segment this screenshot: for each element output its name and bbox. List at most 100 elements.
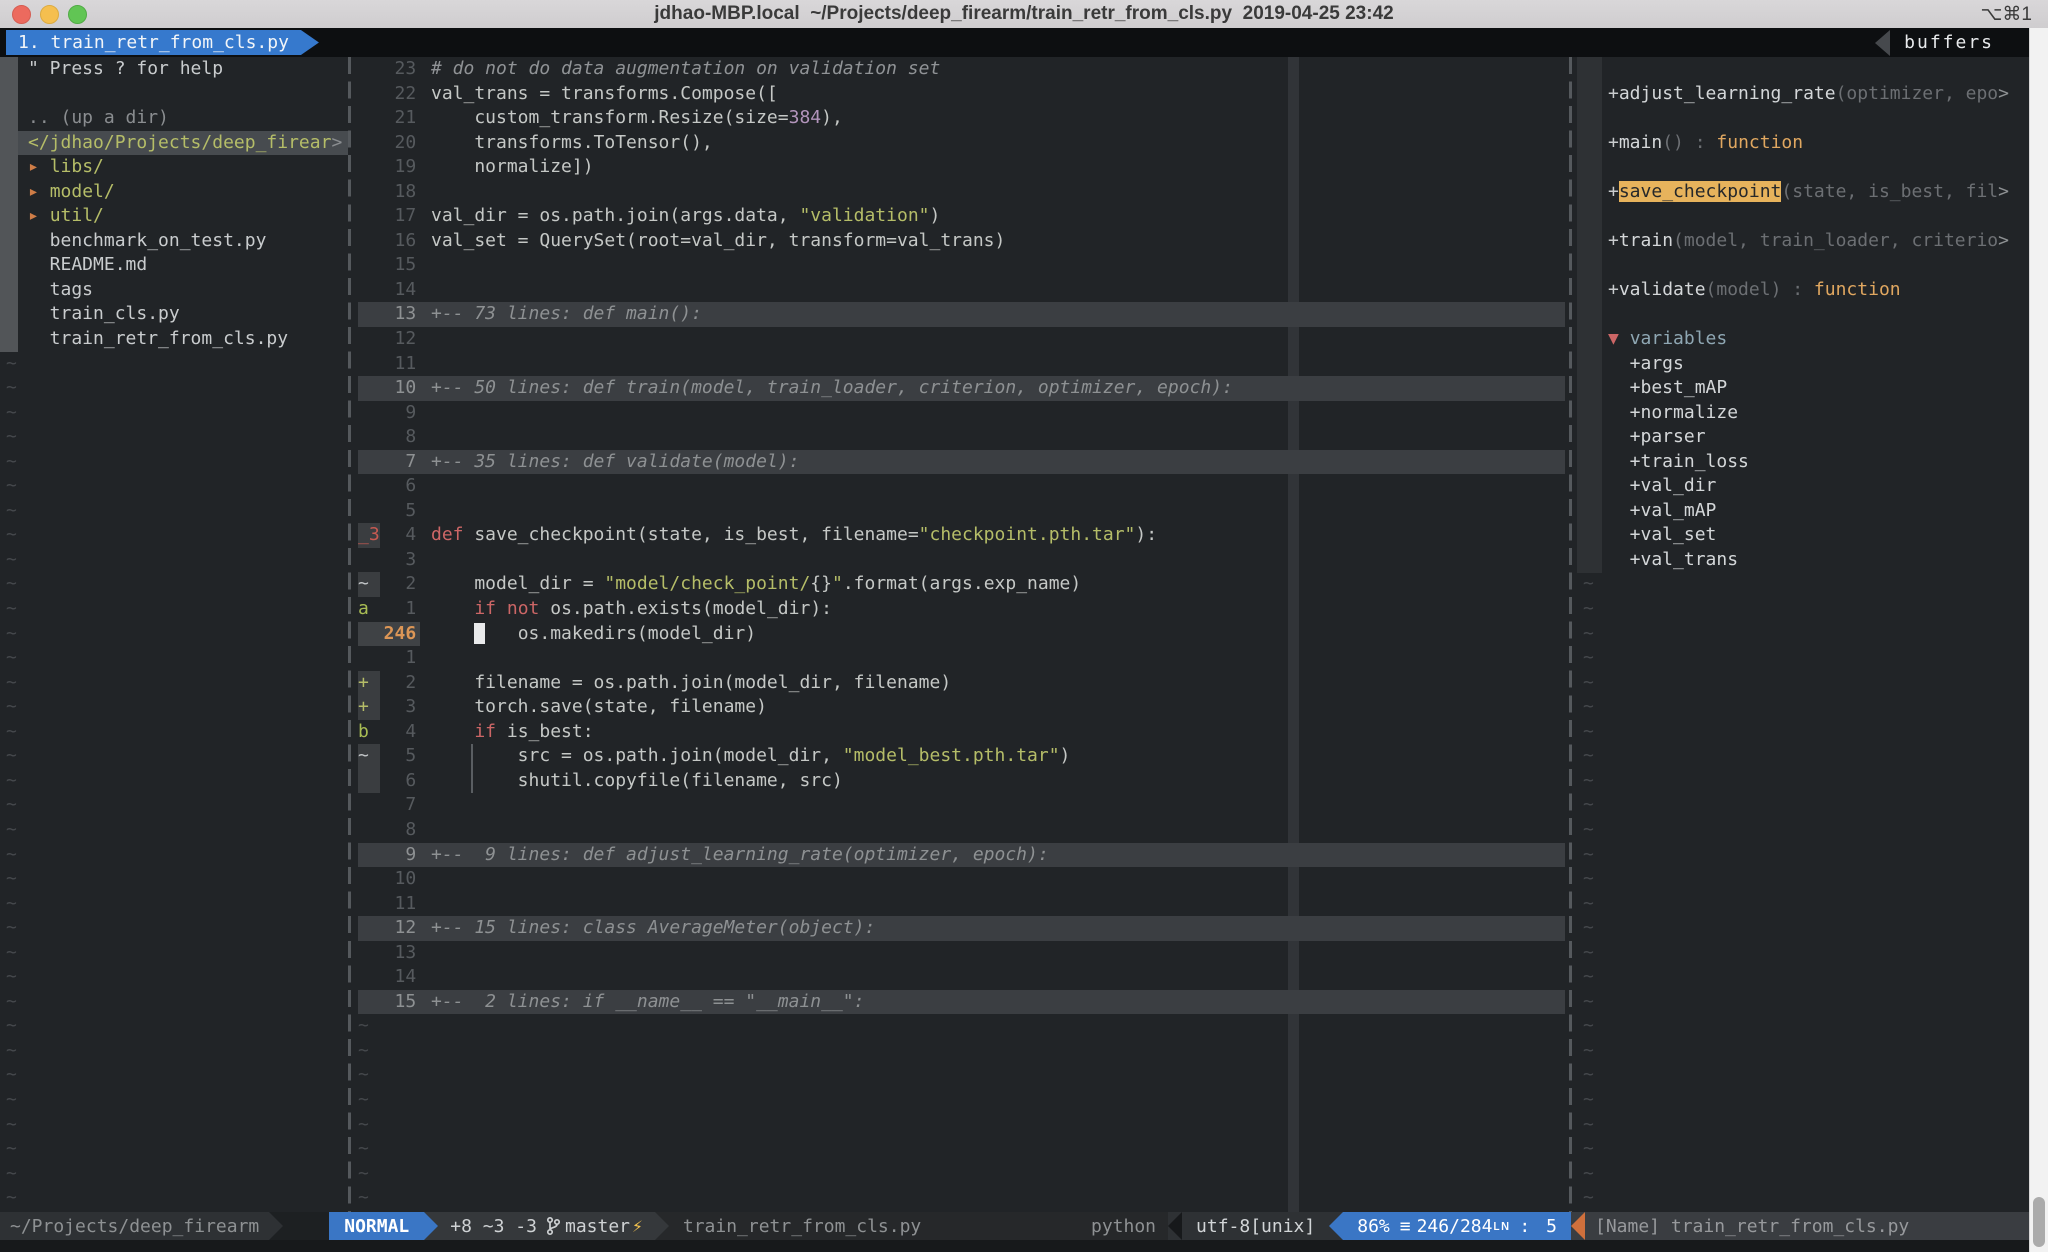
- window-separator[interactable]: [348, 57, 351, 1212]
- empty-line-marker: ~: [0, 1113, 348, 1138]
- tree-item[interactable]: ▸ libs/: [0, 155, 348, 180]
- code-line[interactable]: 14: [358, 278, 1565, 303]
- nerdtree-panel: " Press ? for help .. (up a dir)</jdhao/P…: [0, 57, 348, 1212]
- empty-line-marker: ~: [0, 352, 348, 377]
- empty-line-marker: ~: [0, 376, 348, 401]
- code-line[interactable]: 19 normalize]): [358, 155, 1565, 180]
- window-shortcut-badge: ⌥⌘1: [1981, 3, 2032, 26]
- code-line[interactable]: 17val_dir = os.path.join(args.data, "val…: [358, 204, 1565, 229]
- fold-line[interactable]: 10+-- 50 lines: def train(model, train_l…: [358, 376, 1565, 401]
- empty-line-marker: ~: [0, 1137, 348, 1162]
- tree-item[interactable]: README.md: [0, 253, 348, 278]
- fold-line[interactable]: 7+-- 35 lines: def validate(model):: [358, 450, 1565, 475]
- tag-row[interactable]: +parser: [1577, 425, 2030, 450]
- tree-item[interactable]: " Press ? for help: [0, 57, 348, 82]
- tree-item[interactable]: ▸ model/: [0, 180, 348, 205]
- scrollbar-thumb[interactable]: [2033, 1197, 2045, 1247]
- tree-root-item[interactable]: </jdhao/Projects/deep_firear>: [18, 131, 348, 156]
- fold-line[interactable]: 15+-- 2 lines: if __name__ == "__main__"…: [358, 990, 1565, 1015]
- tag-row[interactable]: +val_set: [1577, 523, 2030, 548]
- code-line[interactable]: 14: [358, 965, 1565, 990]
- code-line[interactable]: 22val_trans = transforms.Compose([: [358, 82, 1565, 107]
- tab-train-retr-from-cls[interactable]: 1. train_retr_from_cls.py: [6, 30, 319, 55]
- code-line[interactable]: 6 shutil.copyfile(filename, src): [358, 769, 1565, 794]
- window-separator[interactable]: [1569, 57, 1572, 1212]
- gutter: [358, 793, 380, 818]
- code-line[interactable]: 16val_set = QuerySet(root=val_dir, trans…: [358, 229, 1565, 254]
- code-line[interactable]: 11: [358, 892, 1565, 917]
- tag-row[interactable]: +val_dir: [1577, 474, 2030, 499]
- code-line[interactable]: ~5 src = os.path.join(model_dir, "model_…: [358, 744, 1565, 769]
- tree-item[interactable]: train_retr_from_cls.py: [0, 327, 348, 352]
- code-line[interactable]: _34def save_checkpoint(state, is_best, f…: [358, 523, 1565, 548]
- code-line[interactable]: 23# do not do data augmentation on valid…: [358, 57, 1565, 82]
- code-line[interactable]: 12: [358, 327, 1565, 352]
- code-line[interactable]: 9: [358, 401, 1565, 426]
- tree-item[interactable]: ▸ util/: [0, 204, 348, 229]
- code-line[interactable]: +3 torch.save(state, filename): [358, 695, 1565, 720]
- tree-item[interactable]: .. (up a dir): [0, 106, 348, 131]
- code-line[interactable]: 21 custom_transform.Resize(size=384),: [358, 106, 1565, 131]
- tree-item[interactable]: tags: [0, 278, 348, 303]
- gutter: [358, 229, 380, 254]
- code-line[interactable]: ~2 model_dir = "model/check_point/{}".fo…: [358, 572, 1565, 597]
- empty-line-marker: ~: [1577, 1088, 2030, 1113]
- line-number: 246: [380, 622, 421, 647]
- empty-line-marker: ~: [358, 1014, 1565, 1039]
- tag-row[interactable]: +train_loss: [1577, 450, 2030, 475]
- code-line[interactable]: 3: [358, 548, 1565, 573]
- code-line[interactable]: 1: [358, 646, 1565, 671]
- line-number: 5: [380, 744, 421, 769]
- tree-item[interactable]: benchmark_on_test.py: [0, 229, 348, 254]
- tag-row[interactable]: +best_mAP: [1577, 376, 2030, 401]
- tag-row[interactable]: +main() : function: [1577, 131, 2030, 156]
- code-line[interactable]: 15: [358, 253, 1565, 278]
- code-line[interactable]: b4 if is_best:: [358, 720, 1565, 745]
- tag-row[interactable]: +normalize: [1577, 401, 2030, 426]
- code-line[interactable]: 20 transforms.ToTensor(),: [358, 131, 1565, 156]
- scroll-percent: 86%: [1357, 1216, 1390, 1237]
- gutter-sign: +: [358, 695, 380, 720]
- tree-item[interactable]: [0, 82, 348, 107]
- code-line[interactable]: 13: [358, 941, 1565, 966]
- tree-item[interactable]: train_cls.py: [0, 302, 348, 327]
- line-number: 3: [380, 548, 421, 573]
- code-line[interactable]: 8: [358, 425, 1565, 450]
- code-line[interactable]: 11: [358, 352, 1565, 377]
- window-title: jdhao-MBP.local ~/Projects/deep_firearm/…: [0, 3, 2048, 25]
- code-line[interactable]: +2 filename = os.path.join(model_dir, fi…: [358, 671, 1565, 696]
- tag-row[interactable]: +val_trans: [1577, 548, 2030, 573]
- code-line[interactable]: 18: [358, 180, 1565, 205]
- macos-titlebar: jdhao-MBP.local ~/Projects/deep_firearm/…: [0, 0, 2048, 29]
- empty-line-marker: ~: [1577, 597, 2030, 622]
- code-line[interactable]: 8: [358, 818, 1565, 843]
- gutter-sign: a: [358, 597, 380, 622]
- gutter: [358, 155, 380, 180]
- tag-row[interactable]: ▼ variables: [1577, 327, 2030, 352]
- tag-row[interactable]: +save_checkpoint(state, is_best, fil>: [1577, 180, 2030, 205]
- code-line[interactable]: a1 if not os.path.exists(model_dir):: [358, 597, 1565, 622]
- line-number: 13: [380, 302, 421, 327]
- code-line[interactable]: 10: [358, 867, 1565, 892]
- tag-row[interactable]: +train(model, train_loader, criterio>: [1577, 229, 2030, 254]
- dirty-flag-icon: ⚡: [632, 1216, 643, 1237]
- code-line[interactable]: 5: [358, 499, 1565, 524]
- tag-row[interactable]: +adjust_learning_rate(optimizer, epo>: [1577, 82, 2030, 107]
- fold-line[interactable]: 12+-- 15 lines: class AverageMeter(objec…: [358, 916, 1565, 941]
- tag-row: [1577, 204, 2030, 229]
- tag-row[interactable]: +args: [1577, 352, 2030, 377]
- fold-line[interactable]: 9+-- 9 lines: def adjust_learning_rate(o…: [358, 843, 1565, 868]
- code-line[interactable]: 7: [358, 793, 1565, 818]
- fold-line[interactable]: 13+-- 73 lines: def main():: [358, 302, 1565, 327]
- tag-row[interactable]: +val_mAP: [1577, 499, 2030, 524]
- empty-line-marker: ~: [0, 990, 348, 1015]
- empty-line-marker: ~: [0, 916, 348, 941]
- line-number: 10: [380, 376, 421, 401]
- cursor-line[interactable]: 246 os.makedirs(model_dir): [358, 622, 1565, 647]
- empty-line-marker: ~: [0, 671, 348, 696]
- line-count-icon: ≡: [1400, 1216, 1411, 1237]
- gutter: [358, 622, 380, 647]
- gutter: [358, 965, 380, 990]
- tag-row[interactable]: +validate(model) : function: [1577, 278, 2030, 303]
- code-line[interactable]: 6: [358, 474, 1565, 499]
